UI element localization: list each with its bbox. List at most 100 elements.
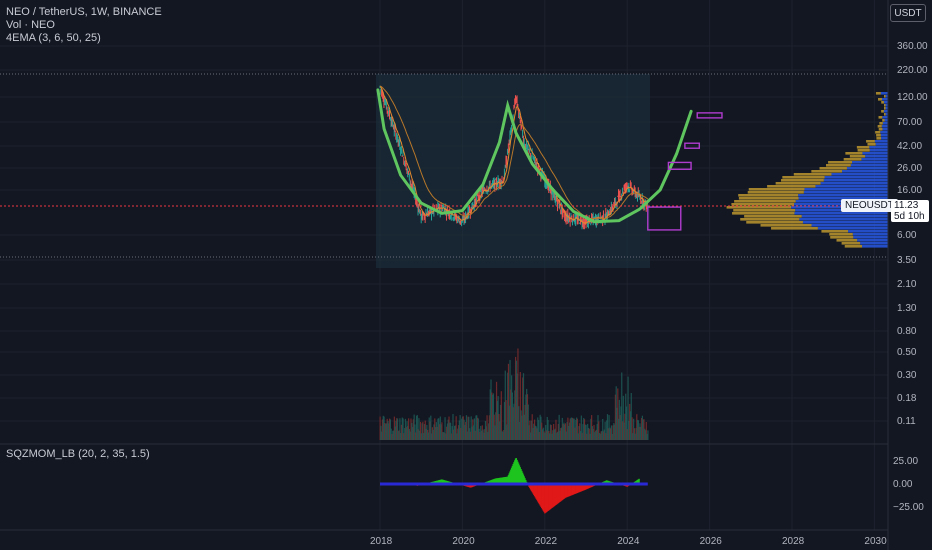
- profile-bar-up: [882, 98, 888, 101]
- profile-bar-down: [734, 200, 796, 203]
- time-axis[interactable]: 2018 2020 2022 2024 2026 2028 2030: [370, 536, 887, 547]
- profile-bar-down: [775, 182, 821, 185]
- range-highlight: [376, 74, 650, 268]
- profile-bar-up: [862, 152, 888, 155]
- time-tick-label: 2028: [782, 536, 805, 547]
- profile-bar-up: [880, 131, 888, 134]
- profile-bar-up: [875, 143, 888, 146]
- projection-box: [647, 206, 682, 231]
- currency-button[interactable]: USDT: [890, 4, 926, 22]
- time-tick-label: 2020: [452, 536, 475, 547]
- symbol-legend[interactable]: NEO / TetherUS, 1W, BINANCE: [6, 6, 162, 18]
- profile-bar-up: [852, 233, 888, 236]
- profile-bar-up: [846, 167, 888, 170]
- price-tick-label: 0.18: [897, 393, 917, 404]
- oscillator-axis[interactable]: 25.00 0.00 −25.00: [893, 456, 924, 513]
- profile-bar-up: [882, 122, 888, 125]
- price-axis[interactable]: 360.00 220.00 120.00 70.00 42.00 26.00 16.00 6.…: [897, 41, 928, 427]
- profile-bar-down: [881, 110, 884, 113]
- price-tick-label: 1.30: [897, 303, 917, 314]
- volume-profile: [726, 92, 888, 248]
- profile-bar-down: [748, 188, 805, 191]
- profile-bar-down: [884, 113, 886, 116]
- profile-bar-up: [883, 101, 888, 104]
- profile-bar-down: [875, 92, 881, 95]
- profile-bar-down: [793, 173, 832, 176]
- profile-bar-up: [850, 164, 888, 167]
- profile-bar-down: [878, 98, 883, 101]
- last-price-box: 11.23 5d 10h: [891, 200, 929, 222]
- price-tick-label: 0.30: [897, 370, 917, 381]
- profile-bar-up: [815, 185, 888, 188]
- profile-bar-down: [866, 140, 875, 143]
- profile-bar-up: [881, 137, 888, 140]
- profile-bar-down: [771, 227, 818, 230]
- profile-bar-down: [744, 215, 802, 218]
- profile-bar-up: [869, 146, 888, 149]
- profile-bar-up: [824, 176, 888, 179]
- profile-bar-up: [874, 140, 888, 143]
- profile-bar-up: [880, 92, 888, 95]
- profile-bar-up: [823, 179, 888, 182]
- price-tick-label: 120.00: [897, 92, 928, 103]
- profile-bar-down: [867, 143, 876, 146]
- oscillator-tick-label: −25.00: [893, 502, 924, 513]
- ema-legend[interactable]: 4EMA (3, 6, 50, 25): [6, 32, 101, 44]
- profile-bar-up: [842, 170, 888, 173]
- profile-bar-down: [782, 176, 825, 179]
- price-tick-label: 0.50: [897, 347, 917, 358]
- volume-legend[interactable]: Vol · NEO: [6, 19, 55, 31]
- profile-bar-up: [869, 149, 888, 152]
- squeeze-momentum: [380, 458, 648, 514]
- profile-bar-down: [747, 191, 804, 194]
- profile-bar-down: [879, 122, 883, 125]
- volume-bar: [647, 430, 649, 440]
- profile-bar-up: [880, 134, 888, 137]
- profile-bar-up: [794, 212, 888, 215]
- profile-bar-down: [876, 134, 881, 137]
- profile-bar-up: [817, 227, 888, 230]
- time-tick-label: 2024: [617, 536, 640, 547]
- profile-bar-up: [857, 239, 888, 242]
- price-tick-label: 2.10: [897, 279, 917, 290]
- profile-bar-up: [865, 155, 888, 158]
- profile-bar-down: [843, 158, 862, 161]
- profile-bar-down: [740, 218, 800, 221]
- profile-bar-down: [881, 101, 884, 104]
- profile-bar-up: [882, 116, 888, 119]
- oscillator-legend[interactable]: SQZMOM_LB (20, 2, 35, 1.5): [6, 448, 150, 460]
- symbol-price-tag: NEOUSDT: [841, 199, 898, 212]
- profile-bar-down: [733, 209, 796, 212]
- bar-countdown: 5d 10h: [894, 210, 925, 222]
- time-tick-label: 2022: [535, 536, 558, 547]
- price-tick-label: 42.00: [897, 141, 922, 152]
- price-tick-label: 26.00: [897, 163, 922, 174]
- chart-canvas[interactable]: 360.00 220.00 120.00 70.00 42.00 26.00 16.00 6.…: [0, 0, 932, 550]
- profile-bar-down: [884, 107, 886, 110]
- profile-bar-up: [882, 128, 888, 131]
- profile-bar-up: [811, 224, 888, 227]
- profile-bar-down: [844, 245, 863, 248]
- profile-bar-down: [819, 167, 847, 170]
- profile-bar-up: [820, 182, 888, 185]
- profile-bar-up: [848, 230, 888, 233]
- volume-bars: [379, 348, 649, 440]
- profile-bar-down: [876, 137, 882, 140]
- profile-bar-up: [831, 173, 888, 176]
- price-tick-label: 360.00: [897, 41, 928, 52]
- profile-bar-down: [767, 185, 816, 188]
- profile-bar-down: [732, 212, 795, 215]
- profile-bar-up: [803, 191, 888, 194]
- profile-bar-down: [811, 170, 843, 173]
- price-tick-label: 3.50: [897, 255, 917, 266]
- profile-bar-down: [828, 161, 853, 164]
- profile-bar-up: [860, 242, 888, 245]
- price-tick-label: 6.00: [897, 230, 917, 241]
- profile-bar-up: [798, 194, 888, 197]
- profile-bar-down: [830, 236, 854, 239]
- profile-bar-up: [802, 221, 888, 224]
- profile-bar-down: [878, 128, 883, 131]
- time-tick-label: 2030: [864, 536, 887, 547]
- profile-bar-down: [884, 104, 886, 107]
- time-tick-label: 2018: [370, 536, 393, 547]
